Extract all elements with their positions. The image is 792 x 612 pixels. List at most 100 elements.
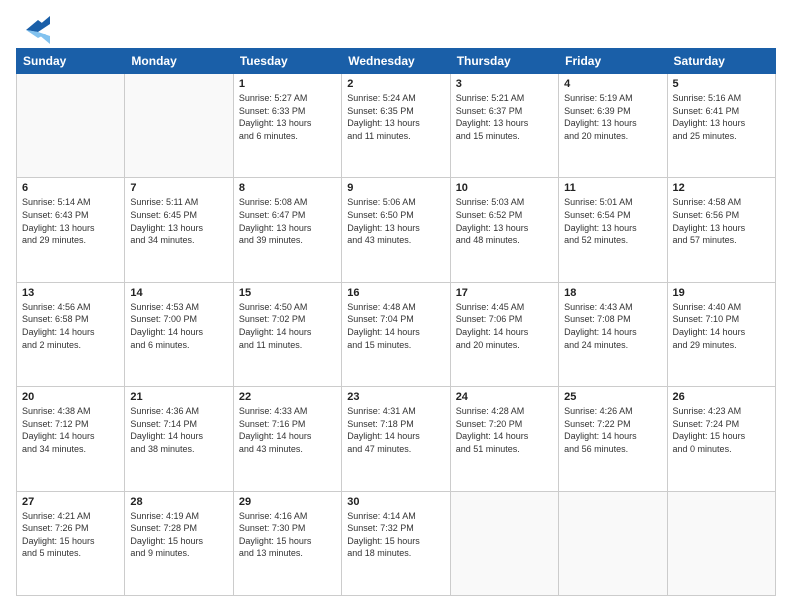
day-number: 5 — [673, 78, 770, 90]
logo-bird-icon — [18, 16, 50, 44]
day-number: 29 — [239, 496, 336, 508]
day-info: Sunrise: 5:24 AM Sunset: 6:35 PM Dayligh… — [347, 92, 444, 142]
day-of-week-header: Tuesday — [233, 49, 341, 74]
header — [16, 16, 776, 38]
day-number: 26 — [673, 391, 770, 403]
day-number: 10 — [456, 182, 553, 194]
day-info: Sunrise: 5:01 AM Sunset: 6:54 PM Dayligh… — [564, 196, 661, 246]
day-info: Sunrise: 5:27 AM Sunset: 6:33 PM Dayligh… — [239, 92, 336, 142]
calendar-cell: 26 Sunrise: 4:23 AM Sunset: 7:24 PM Dayli… — [667, 387, 775, 491]
calendar-cell: 23 Sunrise: 4:31 AM Sunset: 7:18 PM Dayli… — [342, 387, 450, 491]
day-info: Sunrise: 4:38 AM Sunset: 7:12 PM Dayligh… — [22, 405, 119, 455]
calendar-cell: 8 Sunrise: 5:08 AM Sunset: 6:47 PM Daylig… — [233, 178, 341, 282]
day-info: Sunrise: 4:58 AM Sunset: 6:56 PM Dayligh… — [673, 196, 770, 246]
day-number: 16 — [347, 287, 444, 299]
calendar-header-row: SundayMondayTuesdayWednesdayThursdayFrid… — [17, 49, 776, 74]
calendar-table: SundayMondayTuesdayWednesdayThursdayFrid… — [16, 48, 776, 596]
calendar-cell — [559, 491, 667, 595]
day-number: 8 — [239, 182, 336, 194]
day-number: 14 — [130, 287, 227, 299]
calendar-cell: 7 Sunrise: 5:11 AM Sunset: 6:45 PM Daylig… — [125, 178, 233, 282]
day-number: 11 — [564, 182, 661, 194]
day-info: Sunrise: 4:56 AM Sunset: 6:58 PM Dayligh… — [22, 301, 119, 351]
day-number: 24 — [456, 391, 553, 403]
day-number: 1 — [239, 78, 336, 90]
day-number: 15 — [239, 287, 336, 299]
day-of-week-header: Sunday — [17, 49, 125, 74]
calendar-cell: 25Sunrise: 4:26 AM Sunset: 7:22 PM Dayli… — [559, 387, 667, 491]
calendar-cell — [450, 491, 558, 595]
calendar-cell: 14 Sunrise: 4:53 AM Sunset: 7:00 PM Dayli… — [125, 282, 233, 386]
day-number: 17 — [456, 287, 553, 299]
day-of-week-header: Thursday — [450, 49, 558, 74]
day-number: 2 — [347, 78, 444, 90]
day-info: Sunrise: 5:08 AM Sunset: 6:47 PM Dayligh… — [239, 196, 336, 246]
day-info: Sunrise: 4:28 AM Sunset: 7:20 PM Dayligh… — [456, 405, 553, 455]
day-info: Sunrise: 4:48 AM Sunset: 7:04 PM Dayligh… — [347, 301, 444, 351]
calendar-cell: 24 Sunrise: 4:28 AM Sunset: 7:20 PM Dayli… — [450, 387, 558, 491]
day-of-week-header: Saturday — [667, 49, 775, 74]
day-info: Sunrise: 4:40 AM Sunset: 7:10 PM Dayligh… — [673, 301, 770, 351]
day-info: Sunrise: 5:03 AM Sunset: 6:52 PM Dayligh… — [456, 196, 553, 246]
calendar-cell: 20 Sunrise: 4:38 AM Sunset: 7:12 PM Dayli… — [17, 387, 125, 491]
calendar-cell: 19 Sunrise: 4:40 AM Sunset: 7:10 PM Dayli… — [667, 282, 775, 386]
day-number: 9 — [347, 182, 444, 194]
day-of-week-header: Monday — [125, 49, 233, 74]
calendar-cell: 30 Sunrise: 4:14 AM Sunset: 7:32 PM Dayli… — [342, 491, 450, 595]
day-info: Sunrise: 4:16 AM Sunset: 7:30 PM Dayligh… — [239, 510, 336, 560]
day-of-week-header: Friday — [559, 49, 667, 74]
calendar-cell: 16 Sunrise: 4:48 AM Sunset: 7:04 PM Dayli… — [342, 282, 450, 386]
day-info: Sunrise: 4:45 AM Sunset: 7:06 PM Dayligh… — [456, 301, 553, 351]
calendar-cell: 12 Sunrise: 4:58 AM Sunset: 6:56 PM Dayli… — [667, 178, 775, 282]
calendar-cell: 1 Sunrise: 5:27 AM Sunset: 6:33 PM Daylig… — [233, 74, 341, 178]
calendar-cell: 11 Sunrise: 5:01 AM Sunset: 6:54 PM Dayli… — [559, 178, 667, 282]
day-number: 3 — [456, 78, 553, 90]
day-info: Sunrise: 5:11 AM Sunset: 6:45 PM Dayligh… — [130, 196, 227, 246]
day-number: 6 — [22, 182, 119, 194]
calendar-week-row: 13 Sunrise: 4:56 AM Sunset: 6:58 PM Dayli… — [17, 282, 776, 386]
calendar-cell: 13 Sunrise: 4:56 AM Sunset: 6:58 PM Dayli… — [17, 282, 125, 386]
day-number: 12 — [673, 182, 770, 194]
day-number: 4 — [564, 78, 661, 90]
day-info: Sunrise: 4:31 AM Sunset: 7:18 PM Dayligh… — [347, 405, 444, 455]
day-info: Sunrise: 4:33 AM Sunset: 7:16 PM Dayligh… — [239, 405, 336, 455]
calendar-cell: 27 Sunrise: 4:21 AM Sunset: 7:26 PM Dayli… — [17, 491, 125, 595]
day-info: Sunrise: 4:21 AM Sunset: 7:26 PM Dayligh… — [22, 510, 119, 560]
day-number: 23 — [347, 391, 444, 403]
day-number: 20 — [22, 391, 119, 403]
day-number: 13 — [22, 287, 119, 299]
day-info: Sunrise: 4:36 AM Sunset: 7:14 PM Dayligh… — [130, 405, 227, 455]
calendar-cell: 15 Sunrise: 4:50 AM Sunset: 7:02 PM Dayli… — [233, 282, 341, 386]
day-info: Sunrise: 4:53 AM Sunset: 7:00 PM Dayligh… — [130, 301, 227, 351]
calendar-cell: 17 Sunrise: 4:45 AM Sunset: 7:06 PM Dayli… — [450, 282, 558, 386]
day-number: 19 — [673, 287, 770, 299]
calendar-cell: 18Sunrise: 4:43 AM Sunset: 7:08 PM Dayli… — [559, 282, 667, 386]
calendar-cell: 3Sunrise: 5:21 AM Sunset: 6:37 PM Daylig… — [450, 74, 558, 178]
logo — [16, 16, 50, 38]
day-number: 25 — [564, 391, 661, 403]
day-info: Sunrise: 5:06 AM Sunset: 6:50 PM Dayligh… — [347, 196, 444, 246]
day-number: 7 — [130, 182, 227, 194]
day-info: Sunrise: 4:19 AM Sunset: 7:28 PM Dayligh… — [130, 510, 227, 560]
day-info: Sunrise: 4:23 AM Sunset: 7:24 PM Dayligh… — [673, 405, 770, 455]
day-number: 22 — [239, 391, 336, 403]
day-number: 30 — [347, 496, 444, 508]
day-info: Sunrise: 4:14 AM Sunset: 7:32 PM Dayligh… — [347, 510, 444, 560]
calendar-cell: 22 Sunrise: 4:33 AM Sunset: 7:16 PM Dayli… — [233, 387, 341, 491]
day-info: Sunrise: 5:14 AM Sunset: 6:43 PM Dayligh… — [22, 196, 119, 246]
calendar-cell — [17, 74, 125, 178]
calendar-week-row: 27 Sunrise: 4:21 AM Sunset: 7:26 PM Dayli… — [17, 491, 776, 595]
calendar-cell: 21Sunrise: 4:36 AM Sunset: 7:14 PM Dayli… — [125, 387, 233, 491]
day-info: Sunrise: 4:50 AM Sunset: 7:02 PM Dayligh… — [239, 301, 336, 351]
day-info: Sunrise: 4:43 AM Sunset: 7:08 PM Dayligh… — [564, 301, 661, 351]
day-number: 27 — [22, 496, 119, 508]
day-info: Sunrise: 5:16 AM Sunset: 6:41 PM Dayligh… — [673, 92, 770, 142]
calendar-week-row: 20 Sunrise: 4:38 AM Sunset: 7:12 PM Dayli… — [17, 387, 776, 491]
day-number: 28 — [130, 496, 227, 508]
calendar-cell: 6 Sunrise: 5:14 AM Sunset: 6:43 PM Daylig… — [17, 178, 125, 282]
page: SundayMondayTuesdayWednesdayThursdayFrid… — [0, 0, 792, 612]
calendar-cell: 28 Sunrise: 4:19 AM Sunset: 7:28 PM Dayli… — [125, 491, 233, 595]
calendar-cell: 5 Sunrise: 5:16 AM Sunset: 6:41 PM Daylig… — [667, 74, 775, 178]
calendar-cell — [125, 74, 233, 178]
calendar-cell — [667, 491, 775, 595]
